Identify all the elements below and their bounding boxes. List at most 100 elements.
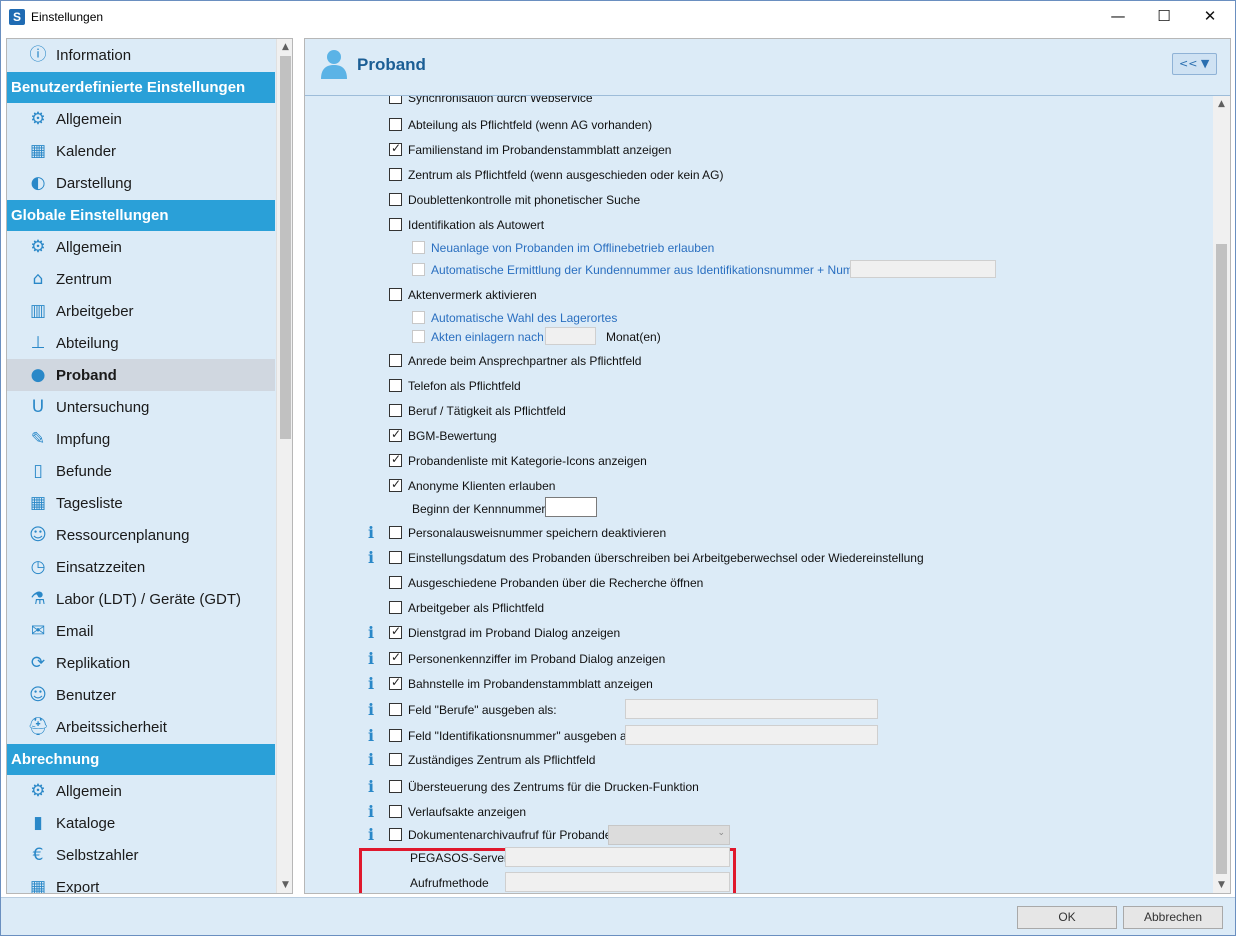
option-checkbox[interactable] — [389, 601, 402, 614]
collapse-filter-button[interactable]: << ▼ — [1172, 53, 1217, 75]
info-icon[interactable]: i — [365, 674, 377, 693]
option-label: Anonyme Klienten erlauben — [408, 479, 556, 493]
sidebar-item[interactable]: ⟳ Replikation — [7, 647, 275, 679]
sidebar-item[interactable]: ☺ Benutzer — [7, 679, 275, 711]
info-icon[interactable]: i — [365, 750, 377, 769]
server-setting-input[interactable] — [505, 872, 730, 892]
sidebar-item[interactable]: ▦ Export — [7, 871, 275, 893]
sidebar-item[interactable]: ◐ Darstellung — [7, 167, 275, 199]
sidebar-item[interactable]: ⚙ Allgemein — [7, 231, 275, 263]
option-row: i ✓ Bahnstelle im Probandenstammblatt anze… — [305, 674, 1205, 694]
option-row: i Übersteuerung des Zentrums für die Druc… — [305, 777, 1205, 797]
option-checkbox[interactable] — [412, 330, 425, 343]
sidebar-item[interactable]: ▮ Kataloge — [7, 807, 275, 839]
option-checkbox[interactable] — [389, 551, 402, 564]
sidebar-item-label: Labor (LDT) / Geräte (GDT) — [56, 591, 242, 608]
info-icon[interactable]: i — [365, 623, 377, 642]
option-checkbox[interactable]: ✓ — [389, 477, 402, 492]
panel-scroll-thumb[interactable] — [1216, 244, 1227, 874]
panel-scrollbar[interactable]: ▲ ▼ — [1213, 96, 1230, 893]
option-checkbox[interactable] — [389, 168, 402, 181]
close-button[interactable]: ✕ — [1187, 1, 1233, 32]
sidebar-item[interactable]: € Selbstzahler — [7, 839, 275, 871]
sidebar-item[interactable]: ▦ Tagesliste — [7, 487, 275, 519]
option-checkbox[interactable] — [389, 729, 402, 742]
option-checkbox[interactable] — [412, 241, 425, 254]
option-checkbox[interactable] — [389, 753, 402, 766]
scroll-up-arrow-icon[interactable]: ▲ — [277, 39, 292, 55]
info-icon[interactable]: i — [365, 802, 377, 821]
info-icon[interactable]: i — [365, 777, 377, 796]
output-field-input[interactable] — [625, 725, 878, 745]
scroll-down-arrow-icon[interactable]: ▼ — [277, 877, 292, 893]
server-setting-input[interactable] — [505, 847, 730, 867]
option-checkbox[interactable] — [389, 526, 402, 539]
cancel-button[interactable]: Abbrechen — [1123, 906, 1223, 929]
info-icon[interactable]: i — [365, 726, 377, 745]
sidebar-item[interactable]: ● Proband — [7, 359, 275, 391]
option-checkbox[interactable] — [389, 288, 402, 301]
people-icon: ☺ — [29, 525, 47, 545]
months-input[interactable] — [545, 327, 596, 345]
option-checkbox[interactable]: ✓ — [389, 675, 402, 690]
archive-type-dropdown[interactable]: ⌄ — [608, 825, 730, 845]
maximize-button[interactable]: ☐ — [1141, 1, 1187, 32]
option-checkbox[interactable] — [389, 96, 402, 104]
sidebar-item[interactable]: ⚙ Allgemein — [7, 775, 275, 807]
sidebar-item[interactable]: ⓘ Information — [7, 39, 275, 71]
sidebar-item[interactable]: ⛑ Arbeitssicherheit — [7, 711, 275, 743]
option-checkbox[interactable]: ✓ — [389, 141, 402, 156]
option-checkbox[interactable] — [389, 118, 402, 131]
sidebar-item[interactable]: ◷ Einsatzzeiten — [7, 551, 275, 583]
sidebar-item[interactable]: ⌂ Zentrum — [7, 263, 275, 295]
sidebar-scroll-thumb[interactable] — [280, 56, 291, 439]
scroll-up-arrow-icon[interactable]: ▲ — [1213, 96, 1230, 112]
sidebar-item[interactable]: ▦ Kalender — [7, 135, 275, 167]
sidebar-item[interactable]: ⊥ Abteilung — [7, 327, 275, 359]
sidebar-item[interactable]: ☺ Ressourcenplanung — [7, 519, 275, 551]
sidebar-item[interactable]: ✉ Email — [7, 615, 275, 647]
sidebar-item[interactable]: ✎ Impfung — [7, 423, 275, 455]
sidebar-item[interactable]: U Untersuchung — [7, 391, 275, 423]
option-checkbox[interactable] — [389, 828, 402, 841]
sidebar-item[interactable]: ⚙ Allgemein — [7, 103, 275, 135]
option-checkbox[interactable] — [389, 218, 402, 231]
option-checkbox[interactable] — [389, 404, 402, 417]
option-checkbox[interactable]: ✓ — [389, 624, 402, 639]
sidebar-section-header: Benutzerdefinierte Einstellungen — [7, 72, 275, 103]
info-icon[interactable]: i — [365, 649, 377, 668]
option-checkbox[interactable] — [389, 193, 402, 206]
option-checkbox[interactable]: ✓ — [389, 427, 402, 442]
section-header-label: Benutzerdefinierte Einstellungen — [11, 79, 246, 96]
info-icon[interactable]: i — [365, 523, 377, 542]
option-checkbox[interactable] — [389, 354, 402, 367]
sidebar-scrollbar[interactable]: ▲ ▼ — [276, 39, 292, 893]
start-number-input[interactable] — [545, 497, 597, 517]
option-label: Aktenvermerk aktivieren — [408, 288, 537, 302]
sidebar-item[interactable]: ▯ Befunde — [7, 455, 275, 487]
option-checkbox[interactable] — [389, 805, 402, 818]
field-row: Aufrufmethode — [305, 872, 1205, 893]
sidebar-item[interactable]: ⚗ Labor (LDT) / Geräte (GDT) — [7, 583, 275, 615]
option-label: Übersteuerung des Zentrums für die Druck… — [408, 780, 699, 794]
info-icon[interactable]: i — [365, 825, 377, 844]
option-checkbox[interactable]: ✓ — [389, 650, 402, 665]
option-checkbox[interactable] — [389, 703, 402, 716]
ok-button[interactable]: OK — [1017, 906, 1117, 929]
option-checkbox[interactable] — [389, 379, 402, 392]
sidebar-item[interactable]: ▥ Arbeitgeber — [7, 295, 275, 327]
scroll-down-arrow-icon[interactable]: ▼ — [1213, 877, 1230, 893]
output-field-input[interactable] — [625, 699, 878, 719]
option-checkbox[interactable] — [412, 311, 425, 324]
option-checkbox[interactable] — [389, 780, 402, 793]
minimize-button[interactable]: — — [1095, 1, 1141, 32]
option-checkbox[interactable] — [412, 263, 425, 276]
building-icon: ⌂ — [32, 269, 44, 289]
settings-navigation: ⓘ Information Benutzerdefinierte Einstellu… — [6, 38, 293, 894]
number-range-input[interactable] — [850, 260, 996, 278]
person-icon — [321, 50, 347, 79]
info-icon[interactable]: i — [365, 548, 377, 567]
info-icon[interactable]: i — [365, 700, 377, 719]
option-checkbox[interactable]: ✓ — [389, 452, 402, 467]
option-checkbox[interactable] — [389, 576, 402, 589]
